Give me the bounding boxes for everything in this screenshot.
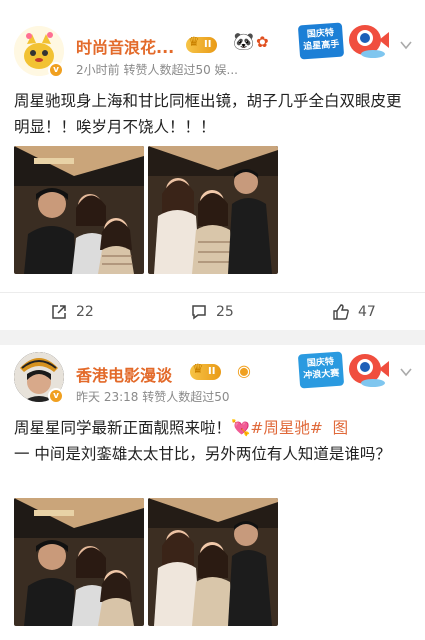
promo-tag: 国庆特 追星高手 bbox=[297, 22, 345, 60]
share-icon bbox=[52, 305, 66, 319]
post-text-main: 周星星同学最新正面靓照来啦！ bbox=[14, 419, 232, 437]
fish-icon: ◉ bbox=[237, 361, 251, 380]
comment-icon bbox=[192, 305, 206, 320]
panda-icon: 🐼 bbox=[233, 32, 255, 52]
mascot-icon bbox=[349, 25, 389, 58]
post-photo-2[interactable] bbox=[148, 146, 278, 274]
comment-button[interactable]: 25 bbox=[190, 301, 234, 323]
post-photo-1[interactable] bbox=[14, 146, 144, 274]
heart-icon: 💘 bbox=[231, 419, 251, 437]
user-name[interactable]: 香港电影漫谈 bbox=[76, 362, 172, 386]
like-button[interactable]: 47 bbox=[332, 301, 376, 323]
comment-count: 25 bbox=[216, 304, 234, 320]
like-count: 47 bbox=[358, 304, 376, 320]
post-card-1[interactable]: v 时尚音浪花... ♛ II 🐼 ✿ 2小时前 转赞人数超过50 娱... 国庆… bbox=[0, 0, 425, 330]
crown-icon: ♛ bbox=[192, 362, 204, 377]
verified-badge: v bbox=[48, 388, 64, 404]
chevron-down-icon[interactable] bbox=[399, 365, 413, 379]
hashtag-link[interactable]: #周星驰# bbox=[250, 419, 322, 437]
thumbs-up-icon bbox=[333, 304, 349, 320]
fire-icon: ✿ bbox=[256, 33, 269, 51]
mascot-icon bbox=[349, 354, 389, 387]
promo-tag: 国庆特 冲浪大赛 bbox=[297, 351, 345, 389]
post-text: 周星驰现身上海和甘比同框出镜，胡子几乎全白双眼皮更明显！！唉岁月不饶人！！！ bbox=[14, 92, 402, 136]
verified-badge: v bbox=[48, 62, 64, 78]
repost-count: 22 bbox=[76, 304, 94, 320]
action-bar: 22 25 47 bbox=[0, 292, 425, 328]
user-name[interactable]: 时尚音浪花... bbox=[76, 34, 174, 58]
vip-badge: ♛ II bbox=[186, 35, 218, 53]
image-link[interactable]: 图 bbox=[333, 419, 349, 437]
post-meta: 昨天 23:18 转赞人数超过50 bbox=[76, 390, 230, 404]
crown-icon: ♛ bbox=[188, 35, 200, 50]
repost-button[interactable]: 22 bbox=[50, 301, 94, 323]
promo-banner[interactable]: 国庆特 追星高手 bbox=[297, 18, 395, 64]
chevron-down-icon[interactable] bbox=[399, 38, 413, 52]
post-meta: 2小时前 转赞人数超过50 娱... bbox=[76, 63, 238, 77]
promo-banner[interactable]: 国庆特 冲浪大赛 bbox=[297, 347, 395, 393]
post-text: 周星星同学最新正面靓照来啦！💘#周星驰# 图一 中间是刘銮雄太太甘比，另外两位有… bbox=[14, 415, 411, 467]
post-photo-1[interactable] bbox=[14, 498, 144, 626]
vip-badge: ♛ II bbox=[190, 362, 222, 380]
post-photo-2[interactable] bbox=[148, 498, 278, 626]
post-text-rest: 一 中间是刘銮雄太太甘比，另外两位有人知道是谁吗？ bbox=[14, 445, 391, 463]
post-card-2[interactable]: v 香港电影漫谈 ♛ II ◉ 昨天 23:18 转赞人数超过50 国庆特 冲浪大赛… bbox=[0, 345, 425, 640]
